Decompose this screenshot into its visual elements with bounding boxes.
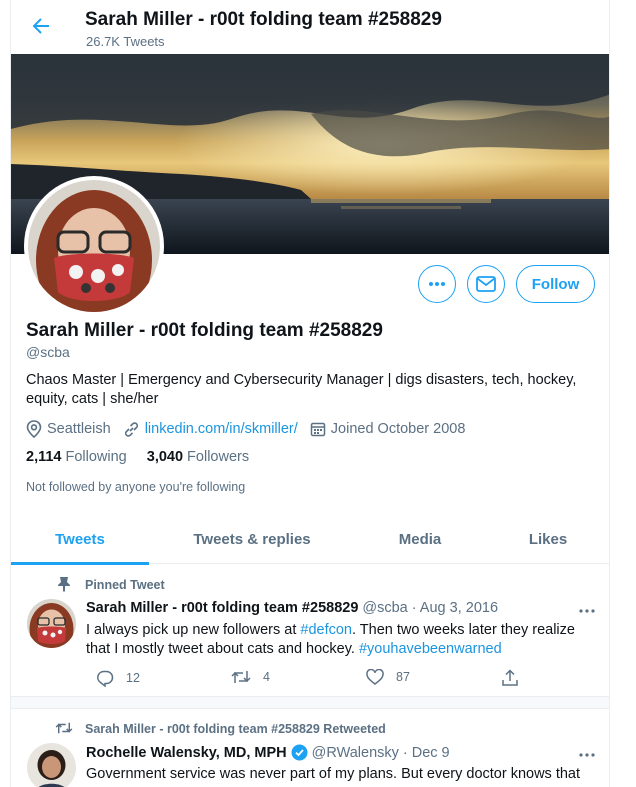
- follow-button[interactable]: Follow: [516, 265, 595, 303]
- tweet-item[interactable]: Sarah Miller - r00t folding team #258829…: [11, 709, 609, 787]
- share-icon: [502, 669, 518, 686]
- more-options-button[interactable]: [418, 265, 456, 303]
- message-button[interactable]: [467, 265, 505, 303]
- retweet-icon: [55, 722, 73, 734]
- tweet-author-name[interactable]: Sarah Miller - r00t folding team #258829: [86, 600, 358, 616]
- heart-icon: [366, 669, 384, 685]
- tab-tweets-replies[interactable]: Tweets & replies: [149, 514, 355, 564]
- joined-text: Joined October 2008: [330, 421, 466, 437]
- tab-tweets[interactable]: Tweets: [11, 514, 149, 565]
- tab-likes[interactable]: Likes: [485, 514, 609, 564]
- tweet-more-icon[interactable]: [579, 601, 595, 616]
- tweet-author-name[interactable]: Rochelle Walensky, MD, MPH: [86, 745, 287, 761]
- tweet-text: I always pick up new followers at #defco…: [86, 621, 596, 659]
- followers-count: 3,040: [146, 449, 184, 465]
- like-button[interactable]: 87: [366, 669, 410, 685]
- retweet-button[interactable]: 4: [231, 669, 270, 685]
- tab-media[interactable]: Media: [355, 514, 485, 564]
- profile-tabs: Tweets Tweets & replies Media Likes: [11, 514, 609, 565]
- map-pin-icon: [26, 420, 42, 438]
- retweet-icon: [231, 671, 251, 683]
- tweet-date[interactable]: · Dec 9: [403, 745, 450, 761]
- tweet-date[interactable]: · Aug 3, 2016: [412, 600, 498, 616]
- tweet-text: Government service was never part of my …: [86, 766, 581, 782]
- header-tweet-count: 26.7K Tweets: [86, 34, 165, 49]
- profile-website[interactable]: linkedin.com/in/skmiller/: [123, 421, 298, 438]
- tweet-context: Pinned Tweet: [85, 578, 165, 592]
- tweet-header: Rochelle Walensky, MD, MPH @RWalensky · …: [86, 744, 450, 761]
- link-icon: [124, 421, 138, 437]
- location-text: Seattleish: [47, 421, 111, 437]
- back-arrow-icon[interactable]: [29, 14, 53, 38]
- following-label: Following: [65, 449, 127, 465]
- calendar-icon: [310, 422, 326, 437]
- share-button[interactable]: [501, 669, 531, 687]
- header-title: Sarah Miller - r00t folding team #258829: [85, 9, 442, 30]
- tweet-avatar[interactable]: [27, 599, 76, 648]
- website-link[interactable]: linkedin.com/in/skmiller/: [145, 421, 298, 437]
- tweet-avatar[interactable]: [27, 743, 76, 787]
- profile-joined: Joined October 2008: [310, 421, 466, 437]
- tweet-context[interactable]: Sarah Miller - r00t folding team #258829…: [85, 722, 386, 736]
- followers-label: Followers: [187, 449, 250, 465]
- envelope-icon: [476, 276, 496, 292]
- not-followed-notice: Not followed by anyone you're following: [26, 480, 246, 494]
- reply-count: 12: [126, 671, 140, 685]
- tweet-text-part: I always pick up new followers at: [86, 622, 301, 638]
- tweet-divider: [11, 697, 609, 709]
- tweet-author-handle[interactable]: @scba: [362, 600, 407, 616]
- profile-column: Sarah Miller - r00t folding team #258829…: [10, 0, 610, 787]
- follow-stats: 2,114 Following 3,040 Followers: [26, 449, 269, 465]
- verified-badge-icon: [291, 744, 308, 761]
- profile-display-name: Sarah Miller - r00t folding team #258829: [26, 320, 383, 341]
- retweet-count: 4: [263, 670, 270, 684]
- tweet-actions: 12 4 87: [86, 669, 526, 689]
- tweet-item[interactable]: Pinned Tweet Sarah Miller - r00t folding…: [11, 565, 609, 697]
- profile-handle: @scba: [26, 344, 70, 360]
- tweet-header: Sarah Miller - r00t folding team #258829…: [86, 600, 498, 616]
- profile-location: Seattleish: [26, 420, 111, 438]
- profile-header-bar: Sarah Miller - r00t folding team #258829…: [11, 0, 609, 54]
- pin-icon: [58, 577, 70, 592]
- hashtag-link[interactable]: #defcon: [300, 622, 352, 638]
- reply-icon: [97, 670, 114, 687]
- tweet-more-icon[interactable]: [579, 745, 595, 760]
- following-link[interactable]: 2,114 Following: [26, 449, 127, 465]
- tweet-author-handle[interactable]: @RWalensky: [312, 745, 399, 761]
- like-count: 87: [396, 670, 410, 684]
- more-dots-icon: [429, 282, 445, 286]
- followers-link[interactable]: 3,040 Followers: [147, 449, 249, 465]
- hashtag-link[interactable]: #youhavebeenwarned: [359, 641, 502, 657]
- following-count: 2,114: [26, 449, 62, 465]
- profile-bio: Chaos Master | Emergency and Cybersecuri…: [26, 372, 577, 407]
- profile-avatar[interactable]: [24, 176, 164, 316]
- profile-meta: Seattleish linkedin.com/in/skmiller/ Joi…: [26, 419, 477, 439]
- reply-button[interactable]: 12: [96, 669, 140, 687]
